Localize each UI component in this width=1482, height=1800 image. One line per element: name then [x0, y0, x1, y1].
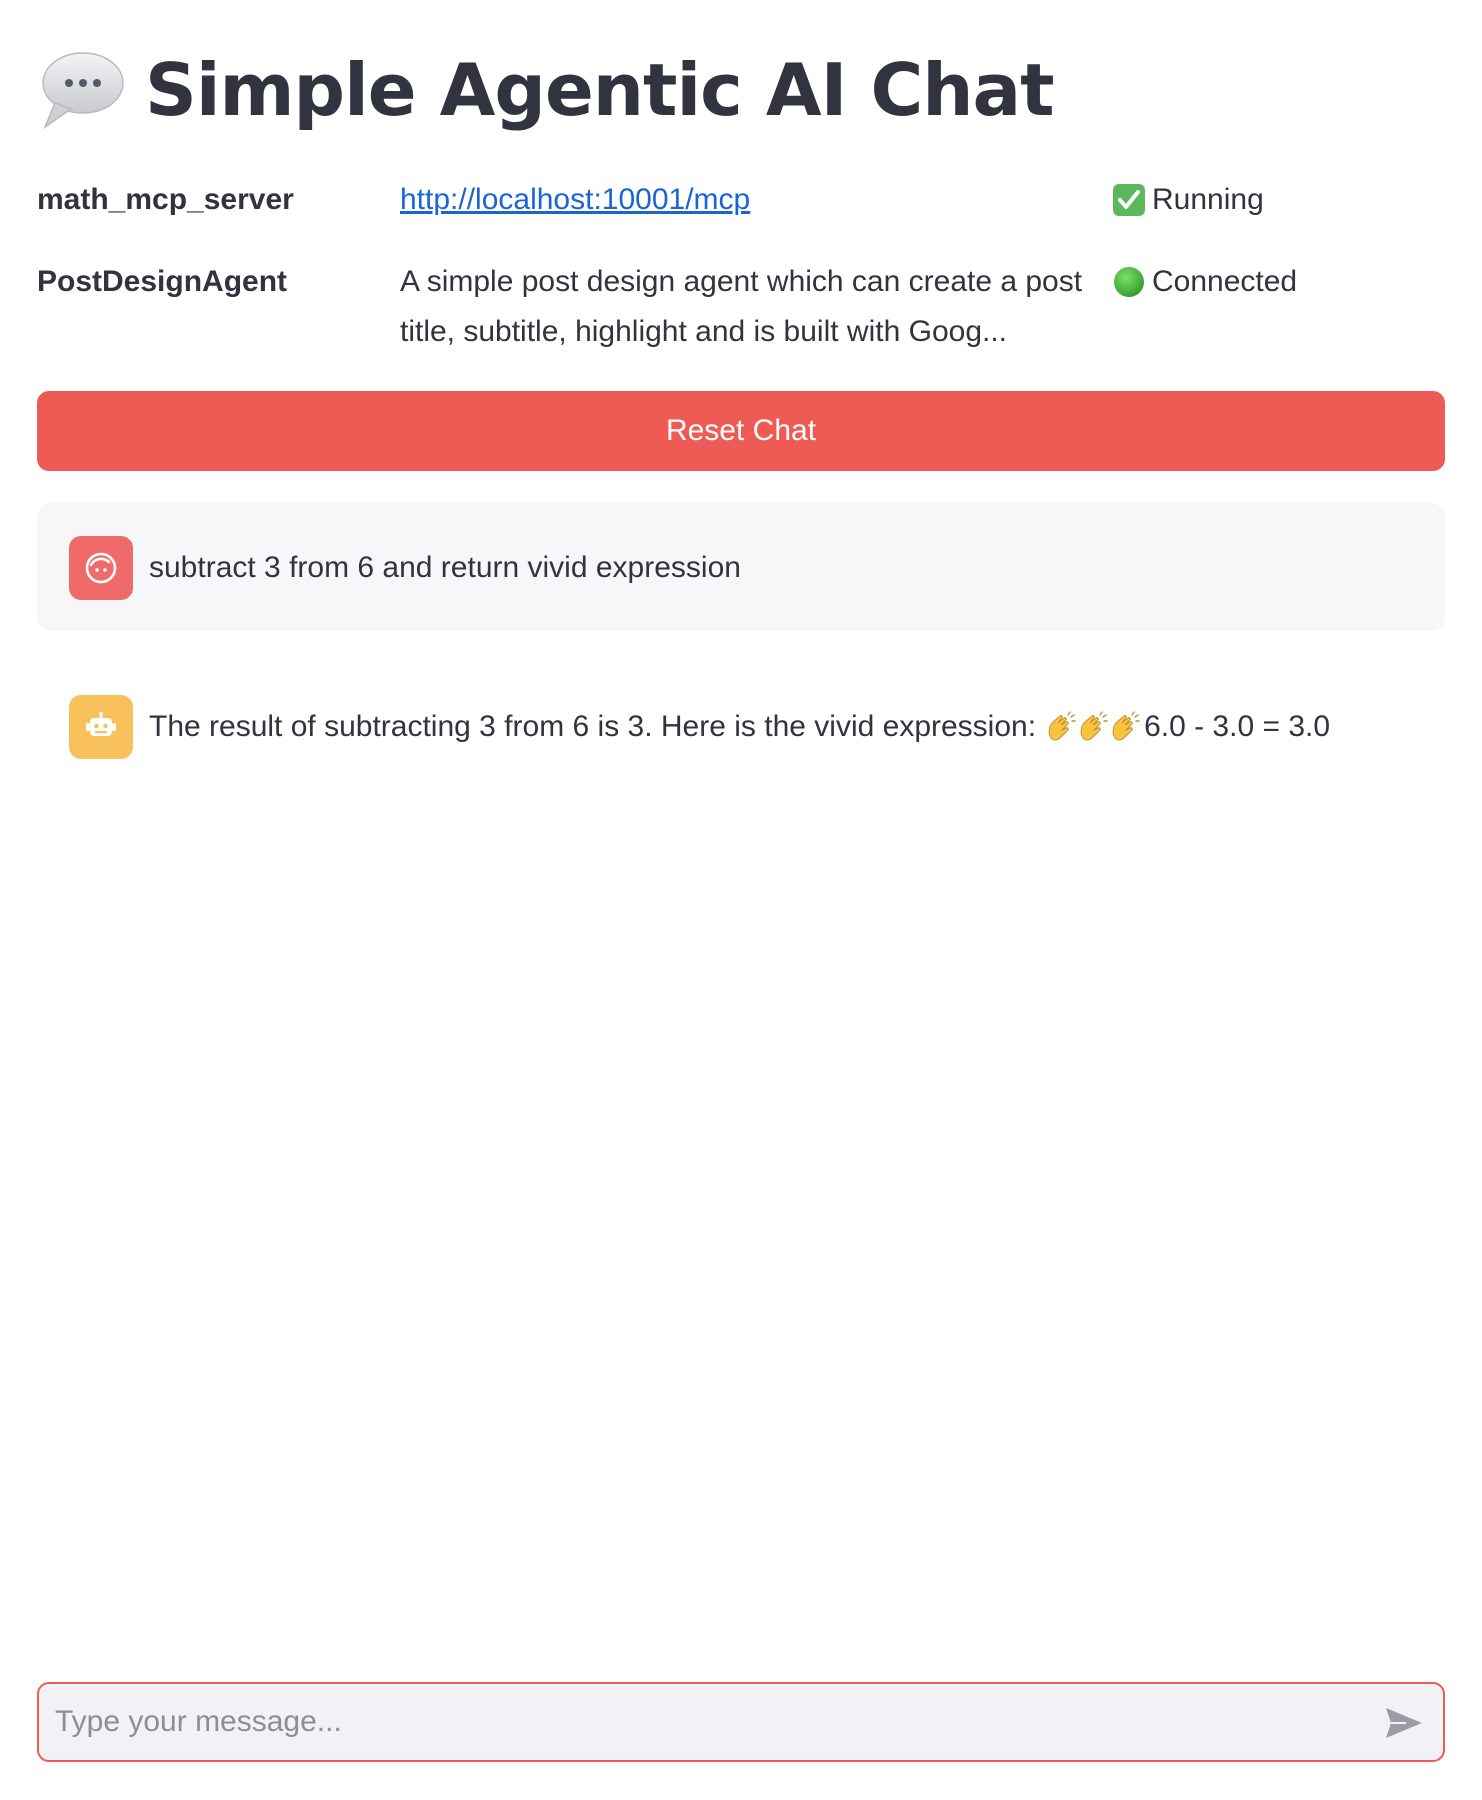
assistant-message-text: The result of subtracting 3 from 6 is 3.…: [149, 700, 1330, 754]
chat-app: Simple Agentic AI Chat math_mcp_server h…: [0, 0, 1482, 1800]
clapping-hands-icon: [1112, 711, 1140, 741]
assistant-message-result: 6.0 - 3.0 = 3.0: [1144, 710, 1331, 743]
reset-chat-button[interactable]: Reset Chat: [37, 391, 1445, 471]
assistant-message-lead: The result of subtracting 3 from 6 is 3.…: [149, 710, 1037, 743]
robot-icon: [86, 712, 116, 736]
agent-status: Connected: [1112, 257, 1297, 307]
agent-name: PostDesignAgent: [37, 265, 288, 298]
user-avatar: [69, 536, 133, 600]
clapping-hands-icon-group: [1044, 711, 1140, 743]
check-mark-icon: [1113, 184, 1145, 216]
user-message-text: subtract 3 from 6 and return vivid expre…: [149, 551, 741, 584]
page-title: Simple Agentic AI Chat: [145, 48, 1055, 132]
chat-message-assistant: The result of subtracting 3 from 6 is 3.…: [37, 662, 1445, 790]
agent-description: A simple post design agent which can cre…: [400, 265, 1083, 348]
assistant-avatar: [69, 695, 133, 759]
clapping-hands-icon: [1048, 711, 1076, 741]
send-icon: [1386, 1708, 1422, 1738]
server-status-label: Running: [1152, 183, 1264, 216]
server-name: math_mcp_server: [37, 183, 294, 216]
server-url-link[interactable]: http://localhost:10001/mcp: [400, 183, 750, 216]
green-circle-icon: [1114, 267, 1144, 297]
speech-bubble-icon: [42, 52, 124, 130]
chat-input-container: [37, 1682, 1445, 1762]
server-status: Running: [1112, 175, 1264, 225]
send-button[interactable]: [1383, 1702, 1425, 1744]
page-header: Simple Agentic AI Chat: [37, 40, 1055, 140]
user-face-icon: [85, 552, 117, 584]
chat-message-input[interactable]: [39, 1684, 1369, 1760]
chat-message-user: subtract 3 from 6 and return vivid expre…: [37, 503, 1445, 631]
agent-status-label: Connected: [1152, 265, 1298, 298]
clapping-hands-icon: [1080, 711, 1108, 741]
